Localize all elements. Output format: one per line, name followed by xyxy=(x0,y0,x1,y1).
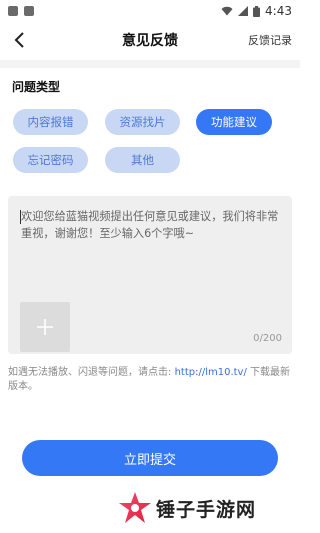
category-chip-other[interactable]: 其他 xyxy=(105,147,180,173)
gallery-icon xyxy=(24,6,34,16)
submit-button[interactable]: 立即提交 xyxy=(22,440,278,476)
download-link[interactable]: http://lm10.tv/ xyxy=(175,367,247,378)
category-label: 问题类型 xyxy=(12,80,61,94)
status-bar: 4:43 xyxy=(0,0,300,22)
hint-text: 如遇无法播放、闪退等问题，请点击: xyxy=(8,367,175,378)
category-chip-find-resource[interactable]: 资源找片 xyxy=(105,109,180,135)
battery-icon xyxy=(253,5,261,17)
plus-icon xyxy=(37,319,53,335)
feedback-placeholder: 欢迎您给蓝猫视频提出任何意见或建议，我们将非常重视，谢谢您！至少输入6个字哦~ xyxy=(21,210,279,240)
navigation-bar: 意见反馈 反馈记录 xyxy=(0,22,300,58)
watermark-text: 锤子手游网 xyxy=(156,498,257,521)
page-title: 意见反馈 xyxy=(122,33,178,49)
feedback-history-link[interactable]: 反馈记录 xyxy=(248,32,292,48)
notification-icons xyxy=(8,6,34,16)
watermark: 锤子手游网 xyxy=(118,486,298,530)
category-chip-content-error[interactable]: 内容报错 xyxy=(13,109,88,135)
add-image-button[interactable] xyxy=(20,302,70,352)
system-status: 4:43 xyxy=(221,4,292,18)
feedback-textarea[interactable]: 欢迎您给蓝猫视频提出任何意见或建议，我们将非常重视，谢谢您！至少输入6个字哦~ … xyxy=(8,196,292,354)
character-counter: 0/200 xyxy=(253,333,282,344)
back-arrow-icon xyxy=(14,32,24,48)
back-button[interactable] xyxy=(8,28,32,52)
star-logo-icon xyxy=(119,492,151,523)
clock: 4:43 xyxy=(265,4,292,18)
download-hint: 如遇无法播放、闪退等问题，请点击: http://lm10.tv/ 下载最新版本… xyxy=(8,366,292,394)
category-chip-feature-suggestion[interactable]: 功能建议 xyxy=(196,109,272,135)
category-chip-forgot-password[interactable]: 忘记密码 xyxy=(13,147,88,173)
section-divider xyxy=(0,60,300,68)
signal-icon xyxy=(238,6,249,16)
wifi-icon xyxy=(221,6,233,16)
notification-icon xyxy=(8,6,18,16)
